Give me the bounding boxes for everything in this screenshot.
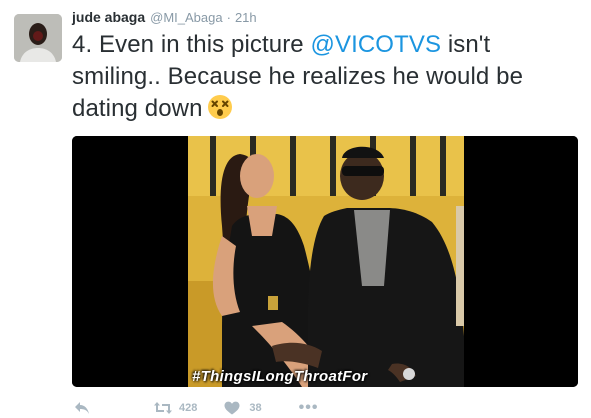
reply-icon xyxy=(74,401,90,415)
like-icon xyxy=(224,401,240,415)
author-username[interactable]: @MI_Abaga xyxy=(150,10,222,25)
author-fullname[interactable]: jude abaga xyxy=(72,9,145,25)
more-options-button[interactable]: ••• xyxy=(298,399,319,416)
like-count: 38 xyxy=(249,402,262,414)
tweet-media-photo[interactable]: #ThingsILongThroatFor xyxy=(72,136,578,387)
like-button[interactable]: 38 xyxy=(224,401,262,415)
photo-overlay-hashtag: #ThingsILongThroatFor xyxy=(192,368,368,385)
tweet-timestamp[interactable]: 21h xyxy=(235,10,257,25)
retweet-count: 428 xyxy=(179,402,198,414)
avatar[interactable] xyxy=(14,14,62,62)
mention-link[interactable]: @VICOTVS xyxy=(311,31,442,58)
tweet-actions: 428 38 ••• xyxy=(72,398,318,418)
retweet-button[interactable]: 428 xyxy=(153,401,197,415)
tweet-text-part1: 4. Even in this picture xyxy=(72,31,311,58)
tweet: jude abaga @MI_Abaga · 21h 4. Even in th… xyxy=(0,0,591,418)
more-icon: ••• xyxy=(298,399,319,416)
tweet-text: 4. Even in this picture @VICOTVS isn't s… xyxy=(72,29,572,125)
tweet-header: jude abaga @MI_Abaga · 21h xyxy=(72,9,257,27)
reply-button[interactable] xyxy=(74,401,90,415)
dizzy-face-emoji xyxy=(207,94,233,120)
retweet-icon xyxy=(153,401,173,415)
header-separator: · xyxy=(226,10,231,25)
